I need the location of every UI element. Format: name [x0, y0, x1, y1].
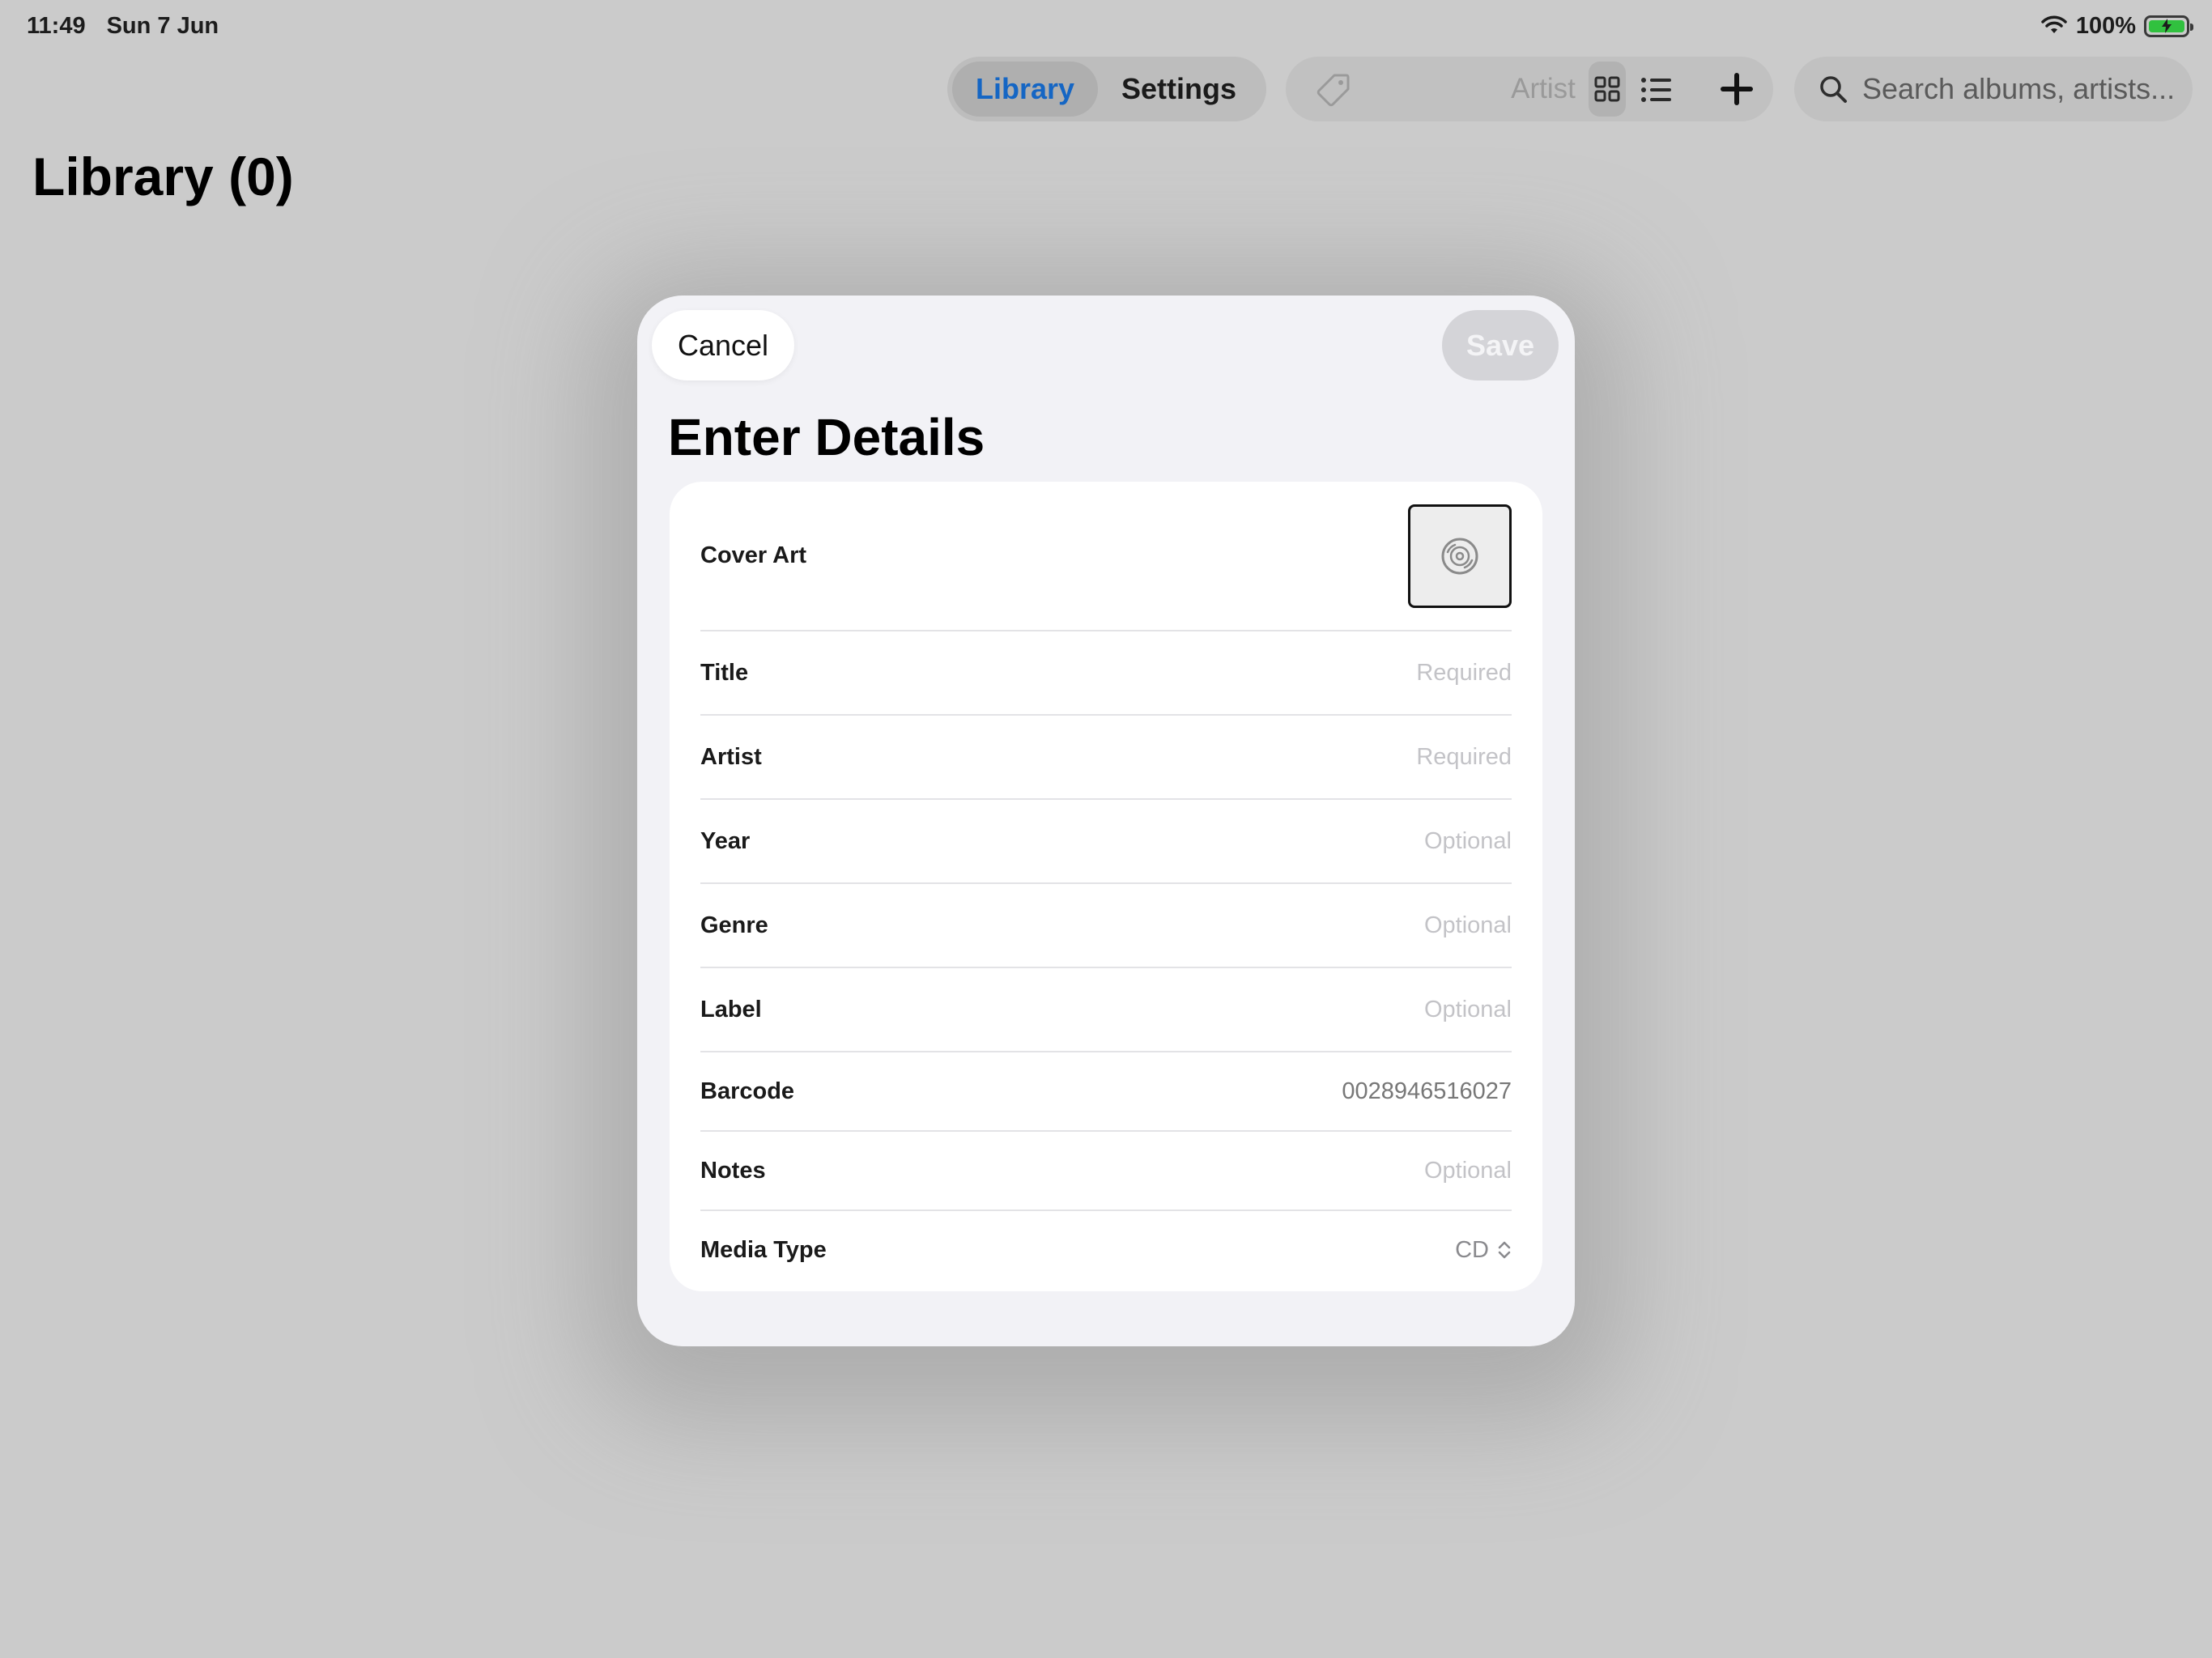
tag-icon[interactable]: [1315, 71, 1352, 108]
page-title: Library (0): [32, 147, 294, 206]
year-field[interactable]: [1107, 827, 1512, 855]
details-form: Cover Art Title Artist Year: [670, 482, 1542, 1291]
chevron-up-down-icon: [1498, 1241, 1511, 1259]
artist-label: Artist: [700, 743, 762, 770]
battery-percent: 100%: [2075, 12, 2136, 39]
battery-icon: [2144, 15, 2193, 37]
search-bar[interactable]: [1794, 57, 2193, 121]
row-cover-art: Cover Art: [700, 482, 1512, 631]
wifi-icon: [2041, 15, 2067, 33]
status-bar-left: 11:49 Sun 7 Jun: [27, 11, 219, 40]
enter-details-sheet: Cancel Save Enter Details Cover Art Titl…: [637, 295, 1575, 1346]
disc-icon: [1441, 538, 1478, 574]
row-label: Label: [700, 968, 1512, 1052]
notes-field[interactable]: [1107, 1157, 1512, 1184]
search-input[interactable]: [1862, 72, 2186, 106]
label-label: Label: [700, 996, 762, 1022]
media-type-value: CD: [1455, 1236, 1489, 1263]
media-type-picker[interactable]: CD: [1455, 1237, 1512, 1264]
title-label: Title: [700, 659, 749, 686]
status-date: Sun 7 Jun: [106, 12, 219, 39]
modal-title: Enter Details: [668, 408, 985, 466]
toolbar-tools: Artist: [1286, 57, 1773, 121]
row-media-type: Media Type CD: [700, 1211, 1512, 1289]
cover-art-label: Cover Art: [700, 542, 807, 568]
barcode-field[interactable]: [1107, 1078, 1512, 1105]
barcode-label: Barcode: [700, 1078, 795, 1104]
cover-art-picker[interactable]: [1408, 504, 1512, 608]
list-view-icon[interactable]: [1637, 71, 1674, 108]
media-type-label: Media Type: [700, 1236, 827, 1263]
cancel-button[interactable]: Cancel: [652, 310, 794, 380]
save-button[interactable]: Save: [1442, 310, 1559, 380]
row-barcode: Barcode: [700, 1052, 1512, 1132]
grid-view-icon: [1594, 76, 1620, 102]
genre-label: Genre: [700, 912, 768, 938]
tab-library[interactable]: Library: [952, 62, 1098, 117]
label-field[interactable]: [1107, 996, 1512, 1023]
year-label: Year: [700, 827, 751, 854]
row-notes: Notes: [700, 1132, 1512, 1211]
tab-settings[interactable]: Settings: [1098, 62, 1260, 117]
row-year: Year: [700, 800, 1512, 884]
artist-field[interactable]: [1107, 743, 1512, 771]
status-time: 11:49: [27, 12, 86, 39]
view-segmented-control: Library Settings: [947, 57, 1266, 121]
grid-view-button[interactable]: [1589, 62, 1626, 117]
row-title: Title: [700, 631, 1512, 716]
status-bar-right: 100%: [2040, 11, 2193, 40]
genre-field[interactable]: [1107, 912, 1512, 939]
notes-label: Notes: [700, 1157, 766, 1184]
plus-icon[interactable]: [1716, 68, 1757, 110]
title-field[interactable]: [1107, 659, 1512, 687]
row-genre: Genre: [700, 884, 1512, 968]
row-artist: Artist: [700, 716, 1512, 800]
search-icon: [1820, 76, 1847, 103]
